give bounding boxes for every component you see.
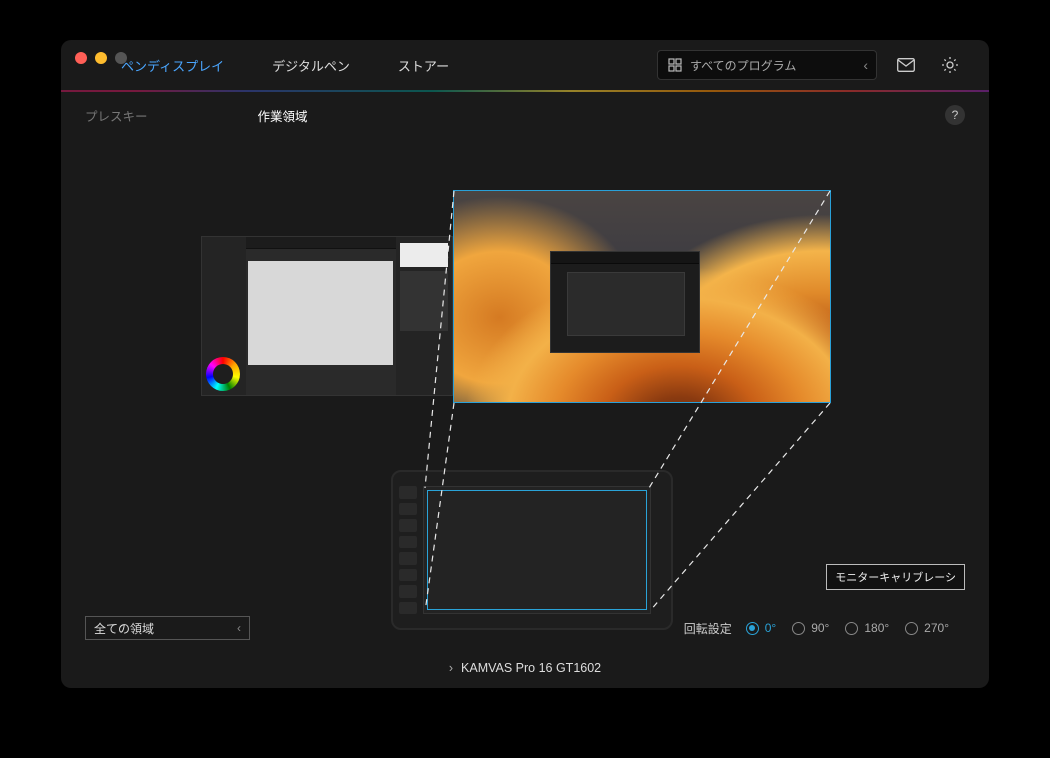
device-footer[interactable]: › KAMVAS Pro 16 GT1602 (61, 648, 989, 688)
minimize-icon[interactable] (95, 52, 107, 64)
radio-icon (905, 622, 918, 635)
area-select[interactable]: 全ての領域 ‹ (85, 616, 250, 640)
close-icon[interactable] (75, 52, 87, 64)
apps-grid-icon (668, 58, 682, 72)
embedded-app-window (550, 251, 700, 353)
help-button[interactable]: ? (945, 105, 965, 125)
rotation-180[interactable]: 180° (845, 621, 889, 635)
chevron-left-icon: ‹ (237, 621, 241, 635)
rotation-90[interactable]: 90° (792, 621, 829, 635)
tablet-express-keys (399, 486, 417, 614)
rotation-label: 回転設定 (684, 620, 732, 637)
program-select[interactable]: すべてのプログラム ‹ (657, 50, 877, 80)
subtab-work-area[interactable]: 作業領域 (258, 106, 308, 125)
tab-pen-display[interactable]: ペンディスプレイ (121, 56, 224, 75)
tab-digital-pen[interactable]: デジタルペン (272, 56, 350, 75)
rotation-270[interactable]: 270° (905, 621, 949, 635)
radio-icon (845, 622, 858, 635)
mail-icon[interactable] (891, 50, 921, 80)
window-traffic-lights (75, 52, 127, 64)
subtab-press-key[interactable]: プレスキー (85, 106, 148, 125)
radio-icon (746, 622, 759, 635)
radio-icon (792, 622, 805, 635)
rotation-0[interactable]: 0° (746, 621, 776, 635)
tablet-device[interactable] (391, 470, 673, 630)
tablet-active-area[interactable] (427, 490, 647, 610)
mapping-stage: モニターキャリブレーシ (61, 138, 989, 608)
display-thumbnail-1[interactable] (201, 236, 453, 396)
maximize-icon[interactable] (115, 52, 127, 64)
display-thumbnail-2[interactable] (453, 190, 831, 403)
chevron-left-icon: ‹ (863, 57, 868, 73)
device-name: KAMVAS Pro 16 GT1602 (461, 661, 601, 675)
rainbow-divider (61, 90, 989, 92)
program-select-label: すべてのプログラム (690, 57, 855, 74)
colorwheel-icon (206, 357, 240, 391)
tab-store[interactable]: ストアー (398, 56, 449, 75)
monitor-calibration-button[interactable]: モニターキャリブレーシ (826, 564, 965, 590)
area-select-label: 全ての領域 (94, 620, 154, 637)
gear-icon[interactable] (935, 50, 965, 80)
chevron-right-icon: › (449, 661, 453, 675)
